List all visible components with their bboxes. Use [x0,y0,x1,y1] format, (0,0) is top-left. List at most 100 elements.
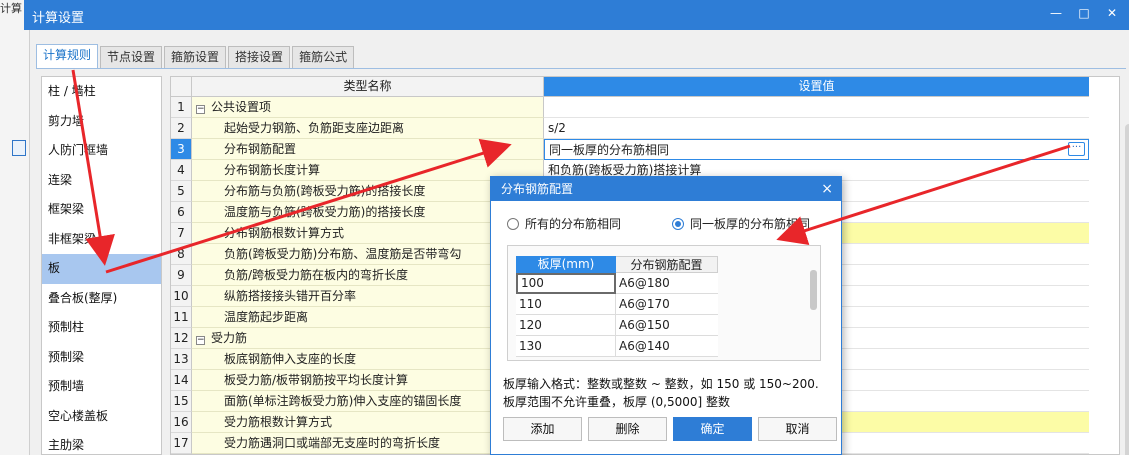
group-name-cell: − 公共设置项 [192,97,544,118]
ellipsis-icon[interactable]: ··· [1068,142,1085,156]
list-item[interactable]: 预制柱 [42,313,161,343]
close-icon[interactable]: ✕ [1105,6,1119,22]
setting-name-text: 分布钢筋根数计算方式 [224,226,345,240]
grid-scrollbar[interactable] [1125,124,1129,455]
table-header: 板厚(mm) 分布钢筋配置 [516,256,718,273]
grid-header: 类型名称 设置值 [171,77,1119,97]
delete-button[interactable]: 删除 [588,417,667,441]
tab-stirrup-formula[interactable]: 箍筋公式 [292,46,355,68]
setting-name-text: 受力筋 [211,331,248,345]
dialog-close-icon[interactable]: × [821,177,833,201]
setting-value-cell[interactable]: s/2 [544,118,1089,139]
setting-name-text: 公共设置项 [211,100,272,114]
tab-stirrup-settings[interactable]: 箍筋设置 [164,46,227,68]
setting-name-cell: 分布钢筋配置 [192,139,544,160]
radio-all-same[interactable]: 所有的分布筋相同 [507,215,621,232]
setting-name-text: 纵筋搭接接头错开百分率 [224,289,357,303]
thickness-cell[interactable]: 130 [516,336,616,357]
collapse-icon[interactable]: − [196,336,205,345]
thickness-table: 板厚(mm) 分布钢筋配置 100 A6@180 110 A6@170 120 A6@15… [516,256,718,357]
input-format-hint: 板厚输入格式：整数或整数 ~ 整数，如 150 或 150~200. 板厚范围不… [503,375,819,411]
row-number: 4 [171,160,192,181]
table-row[interactable]: 1− 公共设置项 [171,97,1119,118]
table-row[interactable]: 2 起始受力钢筋、负筋距支座边距离 s/2 [171,118,1119,139]
list-item[interactable]: 非框架梁 [42,225,161,255]
background-tool-icon[interactable] [12,140,26,156]
setting-name-text: 分布筋与负筋(跨板受力筋)的搭接长度 [224,184,426,198]
thickness-cell[interactable]: 120 [516,315,616,336]
row-number: 14 [171,370,192,391]
cancel-button[interactable]: 取消 [758,417,837,441]
setting-value-text: s/2 [548,121,566,135]
setting-name-text: 板受力筋/板带钢筋按平均长度计算 [224,373,409,387]
row-number: 7 [171,223,192,244]
row-number: 16 [171,412,192,433]
row-number: 9 [171,265,192,286]
row-number: 6 [171,202,192,223]
config-cell[interactable]: A6@170 [616,294,718,315]
list-item[interactable]: 连梁 [42,166,161,196]
table-header-config: 分布钢筋配置 [616,256,718,273]
list-item[interactable]: 剪力墙 [42,107,161,137]
tab-bar: 计算规则 节点设置 箍筋设置 搭接设置 箍筋公式 [36,44,355,68]
setting-name-text: 起始受力钢筋、负筋距支座边距离 [224,121,405,135]
list-item-slab-selected[interactable]: 板 [42,254,161,284]
row-number: 3 [171,139,192,160]
setting-name-text: 受力筋根数计算方式 [224,415,333,429]
list-item[interactable]: 主肋梁 [42,431,161,454]
list-item[interactable]: 柱 / 墙柱 [42,77,161,107]
setting-name-text: 温度筋起步距离 [224,310,309,324]
list-item[interactable]: 预制梁 [42,343,161,373]
radio-all-same-label: 所有的分布筋相同 [525,217,622,231]
setting-value-cell[interactable]: 同一板厚的分布筋相同 ··· [544,139,1089,160]
list-item[interactable]: 框架梁 [42,195,161,225]
collapse-icon[interactable]: − [196,105,205,114]
list-item[interactable]: 空心楼盖板 [42,402,161,432]
setting-value-text: 和负筋(跨板受力筋)搭接计算 [548,163,702,177]
minimize-icon[interactable]: — [1049,6,1063,22]
setting-name-text: 板底钢筋伸入支座的长度 [224,352,357,366]
setting-name-text: 面筋(单标注跨板受力筋)伸入支座的锚固长度 [224,394,462,408]
config-cell[interactable]: A6@150 [616,315,718,336]
grid-header-value: 设置值 [544,77,1089,97]
maximize-icon[interactable]: □ [1077,6,1091,22]
thickness-table-box: 板厚(mm) 分布钢筋配置 100 A6@180 110 A6@170 120 A6@15… [507,245,821,361]
radio-same-thickness[interactable]: 同一板厚的分布筋相同 [672,215,810,232]
add-button[interactable]: 添加 [503,417,582,441]
setting-name-text: 负筋/跨板受力筋在板内的弯折长度 [224,268,409,282]
table-row[interactable]: 110 A6@170 [516,294,718,315]
table-row[interactable]: 120 A6@150 [516,315,718,336]
list-item[interactable]: 预制墙 [42,372,161,402]
table-row[interactable]: 130 A6@140 [516,336,718,357]
setting-value-cell[interactable] [544,97,1089,118]
config-cell[interactable]: A6@140 [616,336,718,357]
setting-value-text: 同一板厚的分布筋相同 [549,143,670,157]
table-row[interactable]: 3 分布钢筋配置 同一板厚的分布筋相同 ··· [171,139,1119,160]
list-item[interactable]: 叠合板(整厚) [42,284,161,314]
row-number: 11 [171,307,192,328]
table-row[interactable]: 100 A6@180 [516,273,718,294]
config-mode-radios: 所有的分布筋相同 同一板厚的分布筋相同 [507,215,841,233]
row-number: 2 [171,118,192,139]
thickness-cell[interactable]: 110 [516,294,616,315]
thickness-cell[interactable]: 100 [516,273,616,294]
row-number: 15 [171,391,192,412]
window-title: 计算设置 [32,11,85,26]
window-titlebar: 计算设置 — □ ✕ [24,0,1129,30]
setting-name-text: 温度筋与负筋(跨板受力筋)的搭接长度 [224,205,426,219]
table-scrollbar[interactable] [810,270,817,310]
tab-node-settings[interactable]: 节点设置 [100,46,163,68]
list-item[interactable]: 人防门框墙 [42,136,161,166]
tab-lap-settings[interactable]: 搭接设置 [228,46,291,68]
row-number: 13 [171,349,192,370]
ok-button[interactable]: 确定 [673,417,752,441]
row-number: 5 [171,181,192,202]
config-cell[interactable]: A6@180 [616,273,718,294]
radio-on-icon [672,217,684,230]
distribution-rebar-dialog: 分布钢筋配置 × 所有的分布筋相同 同一板厚的分布筋相同 板厚(mm) 分布钢筋… [490,176,842,455]
dialog-title: 分布钢筋配置 [501,182,574,196]
hint-line-2: 板厚范围不允许重叠，板厚 (0,5000] 整数 [503,395,730,409]
radio-same-thickness-label: 同一板厚的分布筋相同 [690,217,811,231]
grid-header-corner [171,77,192,97]
tab-calc-rules[interactable]: 计算规则 [36,44,99,68]
